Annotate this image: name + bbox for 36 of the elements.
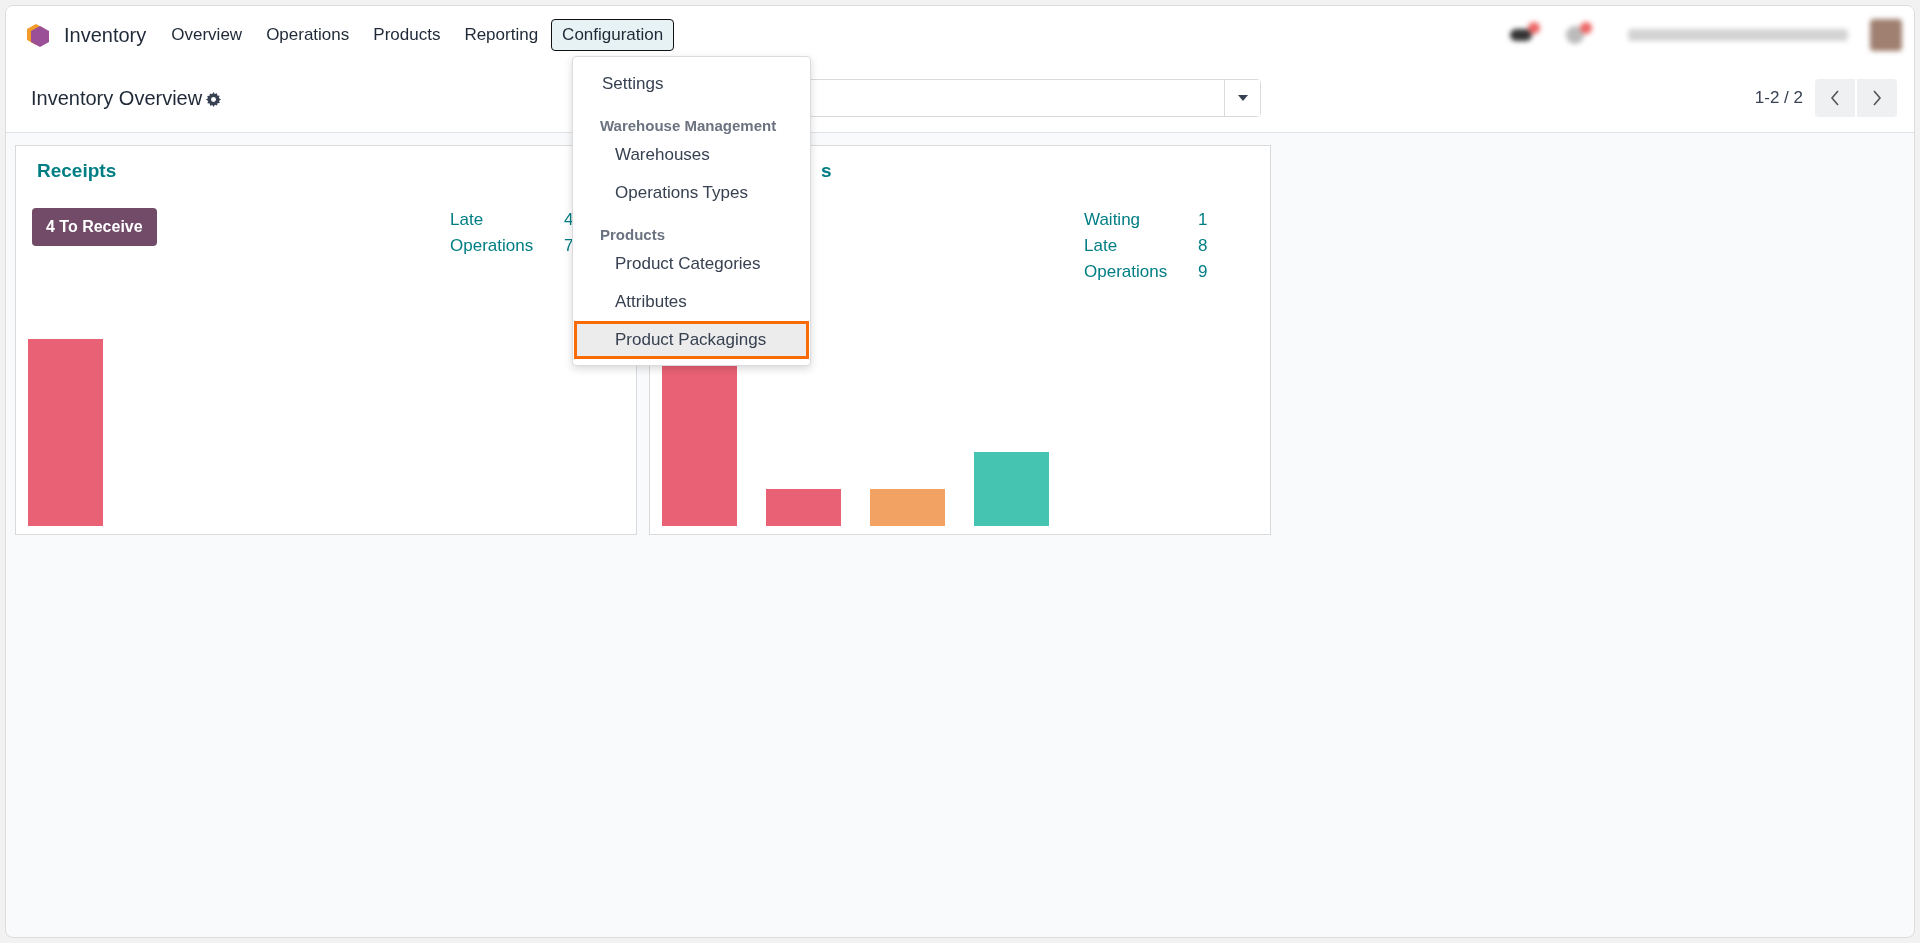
chevron-left-icon — [1830, 90, 1840, 106]
app-name[interactable]: Inventory — [64, 23, 147, 47]
stat-link[interactable]: Late — [1084, 236, 1198, 262]
stat-count[interactable]: 8 — [1198, 236, 1208, 262]
caret-icon — [1237, 95, 1248, 101]
menu-section-header: Products — [599, 225, 666, 245]
stat-count[interactable]: 7 — [564, 236, 574, 262]
dropdown-item[interactable]: Operations Types — [574, 174, 809, 212]
menu-item[interactable]: Overview — [160, 19, 254, 51]
settings-icon[interactable] — [206, 91, 222, 107]
stat-link[interactable]: Operations — [450, 236, 564, 262]
menu-item[interactable]: Reporting — [453, 19, 550, 51]
blurred-systray-icons[interactable] — [1510, 19, 1902, 51]
dropdown-item[interactable]: Warehouses — [574, 136, 809, 174]
dropdown-item[interactable]: Product Packagings — [574, 321, 809, 359]
app-logo-icon[interactable] — [26, 23, 50, 47]
card-title[interactable]: Receipts — [37, 160, 117, 181]
stat-link[interactable]: Operations — [1084, 262, 1198, 288]
search-options-toggle[interactable] — [1224, 80, 1261, 116]
menu-item[interactable]: Configuration — [551, 19, 675, 51]
menu-item[interactable]: Products — [362, 19, 452, 51]
dropdown-item[interactable]: Product Categories — [574, 245, 809, 283]
pager-value: 1-2 / 2 — [1754, 88, 1803, 108]
stat-count[interactable]: 9 — [1198, 262, 1208, 288]
stat-count[interactable]: 1 — [1198, 210, 1208, 236]
menu-item[interactable]: Operations — [255, 19, 361, 51]
dropdown-item[interactable]: Attributes — [574, 283, 809, 321]
menu-section-header: Warehouse Management — [599, 116, 778, 136]
receive-button[interactable]: 4 To Receive — [32, 208, 157, 246]
chevron-right-icon — [1872, 90, 1882, 106]
stat-link[interactable]: Waiting — [1084, 210, 1198, 236]
card-title[interactable]: s — [821, 160, 832, 181]
stat-link[interactable]: Late — [450, 210, 564, 236]
page-title: Inventory Overview — [31, 86, 203, 110]
stat-count[interactable]: 4 — [564, 210, 574, 236]
dropdown-item[interactable]: Settings — [574, 65, 809, 103]
